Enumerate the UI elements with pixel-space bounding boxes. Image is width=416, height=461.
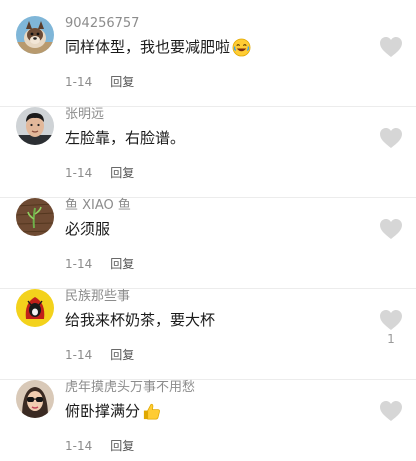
heart-icon	[380, 310, 402, 330]
comment-meta: 1-14 回复	[65, 438, 134, 454]
reply-button[interactable]: 回复	[110, 75, 134, 89]
comment-item: 904256757 同样体型，我也要减肥啦 1-14 回复	[0, 16, 416, 107]
comment-date: 1-14	[65, 166, 93, 180]
reply-button[interactable]: 回复	[110, 257, 134, 271]
heart-icon	[380, 219, 402, 239]
comment-text: 俯卧撑满分	[65, 402, 141, 420]
comment-text-row: 必须服	[65, 218, 110, 240]
dog-avatar[interactable]	[16, 16, 54, 54]
comment-date: 1-14	[65, 348, 93, 362]
heart-icon	[380, 128, 402, 148]
comment-date: 1-14	[65, 439, 93, 453]
comment-meta: 1-14 回复	[65, 165, 134, 181]
username[interactable]: 张明远	[65, 107, 104, 123]
comment-text-row: 左脸靠，右脸谱。	[65, 127, 185, 149]
comment-item: 张明远 左脸靠，右脸谱。 1-14 回复	[0, 107, 416, 198]
comment-item: 民族那些事 给我来杯奶茶，要大杯 1-14 回复 1	[0, 289, 416, 380]
username[interactable]: 民族那些事	[65, 289, 130, 305]
like-button[interactable]	[379, 36, 403, 58]
comment-text-row: 俯卧撑满分	[65, 400, 161, 422]
heart-icon	[380, 37, 402, 57]
comment-meta: 1-14 回复	[65, 74, 134, 90]
like-count: 1	[387, 332, 395, 346]
comment-item: 虎年摸虎头万事不用愁 俯卧撑满分 1-14 回复	[0, 380, 416, 461]
comment-text: 给我来杯奶茶，要大杯	[65, 311, 216, 329]
comment-item: 鱼 XIAO 鱼 必须服 1-14 回复	[0, 198, 416, 289]
like-button[interactable]	[379, 127, 403, 149]
reply-button[interactable]: 回复	[110, 348, 134, 362]
heart-icon	[380, 401, 402, 421]
woman-sunglasses-avatar[interactable]	[16, 380, 54, 418]
reply-button[interactable]: 回复	[110, 166, 134, 180]
rolling-laugh-emoji-icon	[232, 38, 251, 57]
comment-text-row: 同样体型，我也要减肥啦	[65, 36, 251, 58]
cartoon-avatar[interactable]	[16, 289, 54, 327]
comment-meta: 1-14 回复	[65, 256, 134, 272]
comment-meta: 1-14 回复	[65, 347, 134, 363]
comment-date: 1-14	[65, 257, 93, 271]
plant-on-wood-avatar[interactable]	[16, 198, 54, 236]
like-button[interactable]	[379, 218, 403, 240]
comment-date: 1-14	[65, 75, 93, 89]
comment-list: 904256757 同样体型，我也要减肥啦 1-14 回复 张明远 左脸靠，右脸…	[0, 0, 416, 461]
comment-text: 必须服	[65, 220, 111, 238]
username[interactable]: 虎年摸虎头万事不用愁	[65, 380, 195, 396]
comment-text: 同样体型，我也要减肥啦	[65, 38, 231, 56]
like-button[interactable]	[379, 309, 403, 331]
comment-text-row: 给我来杯奶茶，要大杯	[65, 309, 215, 331]
comment-text: 左脸靠，右脸谱。	[65, 129, 186, 147]
man-photo-avatar[interactable]	[16, 107, 54, 145]
reply-button[interactable]: 回复	[110, 439, 134, 453]
username[interactable]: 904256757	[65, 16, 139, 32]
like-button[interactable]	[379, 400, 403, 422]
username[interactable]: 鱼 XIAO 鱼	[65, 198, 131, 214]
thumbs-up-emoji-icon	[142, 402, 161, 421]
